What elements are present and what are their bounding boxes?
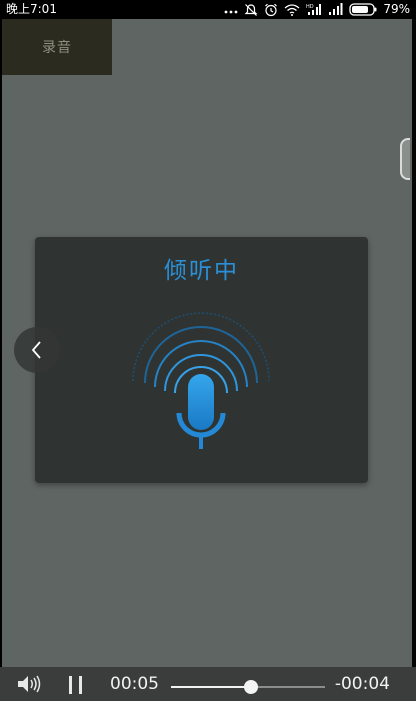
seek-bar-fill xyxy=(171,686,252,688)
signal-icon xyxy=(329,3,343,15)
microphone-icon xyxy=(132,312,270,449)
back-button[interactable] xyxy=(14,327,60,373)
seek-thumb[interactable] xyxy=(244,680,259,694)
mute-bell-icon xyxy=(244,3,258,16)
hd-signal-icon: HD xyxy=(306,4,322,15)
seek-bar[interactable] xyxy=(171,680,325,694)
volume-button[interactable] xyxy=(17,675,43,697)
battery-icon xyxy=(349,3,377,16)
svg-text:HD: HD xyxy=(306,4,314,10)
mic-graphic xyxy=(121,299,281,459)
status-time: 晚上7:01 xyxy=(6,2,57,16)
record-button-label: 录音 xyxy=(42,40,72,56)
screen: 晚上7:01 HD 79% 录音 倾听中 00:05 -00:04 xyxy=(0,0,416,701)
wifi-icon xyxy=(284,4,300,16)
record-button[interactable]: 录音 xyxy=(2,19,112,75)
elapsed-time: 00:05 xyxy=(110,674,159,694)
more-dots-icon xyxy=(224,10,238,13)
pause-button[interactable] xyxy=(68,675,84,699)
side-drawer-handle[interactable] xyxy=(400,138,410,180)
volume-icon xyxy=(18,675,41,693)
dialog-title: 倾听中 xyxy=(164,258,239,284)
chevron-left-icon xyxy=(31,341,41,359)
pause-icon xyxy=(69,676,82,694)
remaining-time: -00:04 xyxy=(334,674,390,694)
right-edge-strip xyxy=(412,19,416,667)
alarm-icon xyxy=(265,3,278,16)
battery-percent: 79% xyxy=(383,2,410,16)
listening-dialog: 倾听中 xyxy=(35,237,368,483)
status-icons: HD 79% xyxy=(224,0,410,19)
status-bar: 晚上7:01 HD 79% xyxy=(0,0,416,19)
media-control-bar: 00:05 -00:04 xyxy=(0,667,416,701)
